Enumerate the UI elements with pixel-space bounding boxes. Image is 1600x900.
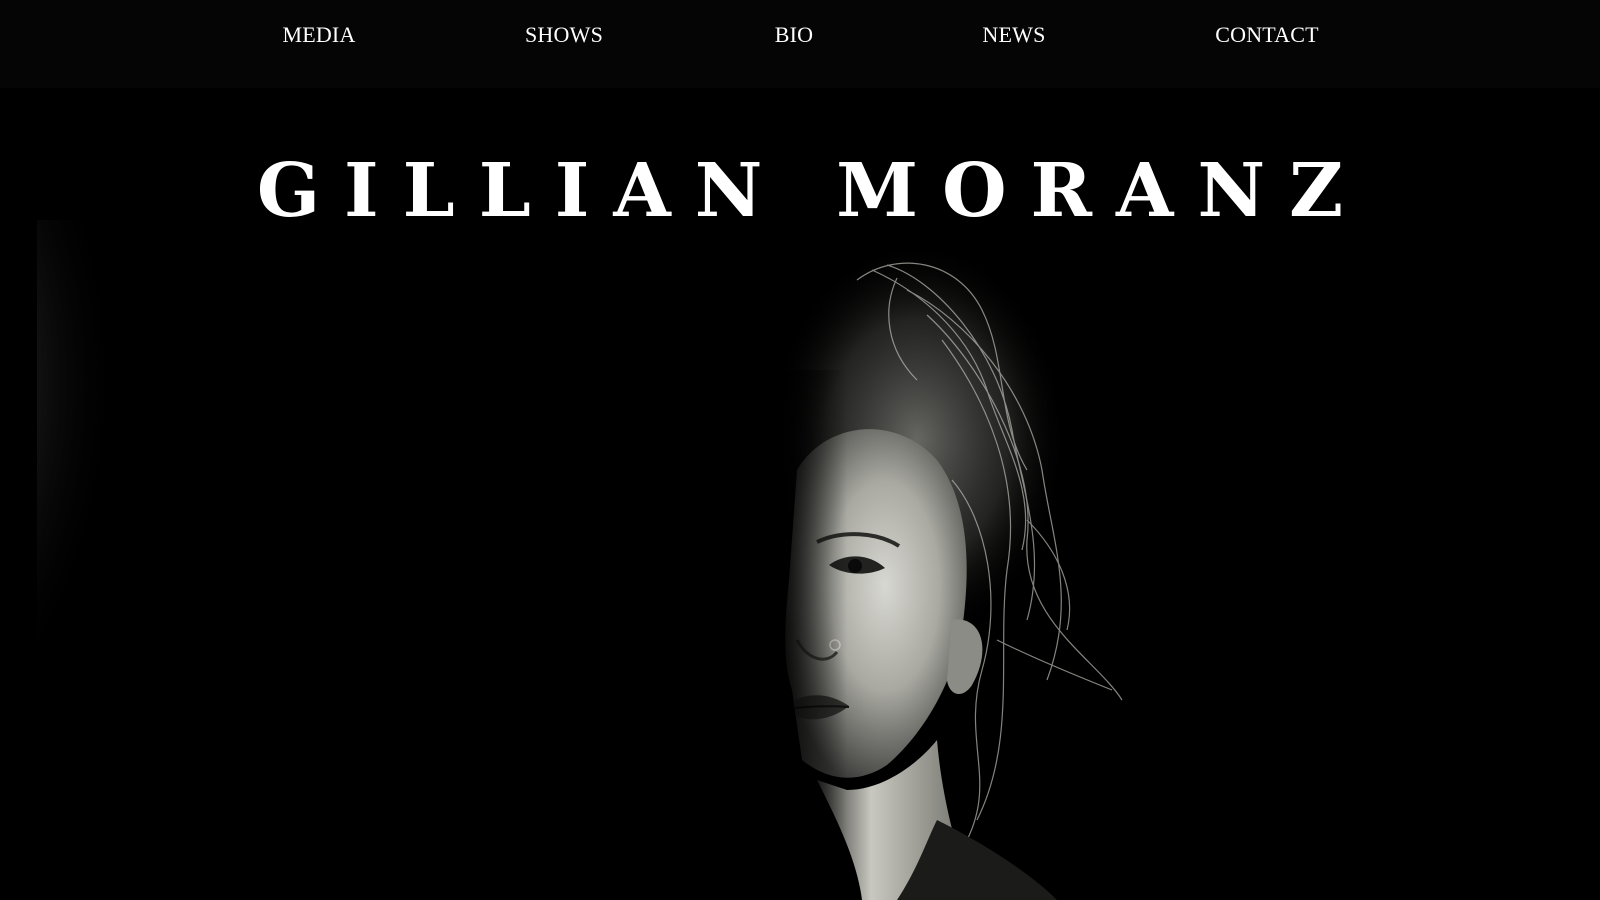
nav-link-media[interactable]: MEDIA [282, 20, 355, 50]
nav-link-news[interactable]: NEWS [982, 20, 1045, 50]
nav-link-bio[interactable]: BIO [775, 20, 814, 50]
portrait-photo [37, 220, 1563, 900]
nav-link-shows[interactable]: SHOWS [525, 20, 603, 50]
top-navigation: MEDIA SHOWS BIO NEWS CONTACT [0, 0, 1600, 88]
nav-link-contact[interactable]: CONTACT [1215, 20, 1319, 50]
hero-portrait-image [37, 220, 1563, 900]
